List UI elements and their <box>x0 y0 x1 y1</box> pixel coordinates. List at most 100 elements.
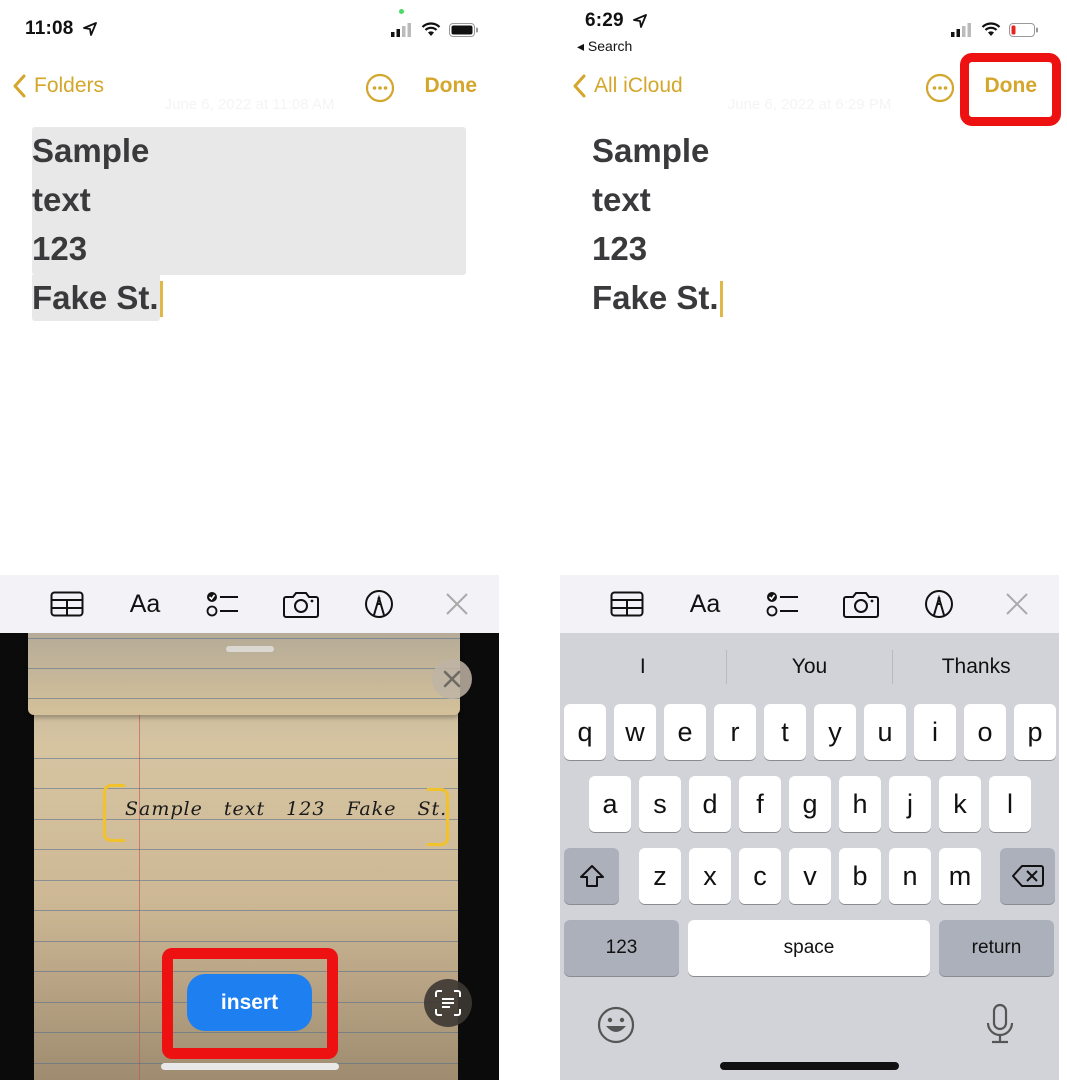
home-indicator[interactable] <box>161 1063 339 1070</box>
checklist-button[interactable] <box>204 587 242 621</box>
text-format-icon: Aa <box>689 589 721 618</box>
key-h[interactable]: h <box>839 776 881 832</box>
note-toolbar: Aa <box>0 575 499 633</box>
suggestion[interactable]: You <box>727 655 893 679</box>
note-line: 123 <box>32 230 88 267</box>
key-q[interactable]: q <box>564 704 606 760</box>
camera-in-use-indicator <box>399 9 404 14</box>
key-o[interactable]: o <box>964 704 1006 760</box>
close-camera-button[interactable] <box>432 659 472 699</box>
shift-arrow-icon <box>579 865 604 887</box>
key-m[interactable]: m <box>939 848 981 904</box>
note-line: 123 <box>592 230 648 267</box>
key-z[interactable]: z <box>639 848 681 904</box>
markup-pen-icon <box>925 590 953 618</box>
note-line: Sample <box>32 132 150 169</box>
key-x[interactable]: x <box>689 848 731 904</box>
key-y[interactable]: y <box>814 704 856 760</box>
close-icon <box>443 670 461 688</box>
chevron-left-icon <box>13 74 26 98</box>
home-indicator[interactable] <box>720 1062 899 1070</box>
scan-bracket-left <box>103 784 125 842</box>
key-r[interactable]: r <box>714 704 756 760</box>
status-bar-time: 6:29 <box>585 10 648 34</box>
key-u[interactable]: u <box>864 704 906 760</box>
numbers-key[interactable]: 123 <box>564 920 679 976</box>
location-arrow-icon <box>83 20 97 42</box>
key-a[interactable]: a <box>589 776 631 832</box>
markup-button[interactable] <box>360 587 398 621</box>
note-line: Sample <box>592 132 710 169</box>
note-line: text <box>592 181 651 218</box>
key-f[interactable]: f <box>739 776 781 832</box>
battery-low-icon <box>1009 22 1039 42</box>
sheet-grabber-handle[interactable] <box>226 646 274 652</box>
close-icon <box>446 593 468 615</box>
suggestion[interactable]: I <box>560 655 726 679</box>
left-screen: 11:08 Folders Done June 6, 2022 at 11:08… <box>0 0 499 1080</box>
table-icon <box>610 591 644 617</box>
key-g[interactable]: g <box>789 776 831 832</box>
checklist-icon <box>206 592 238 617</box>
chevron-left-icon <box>573 74 586 98</box>
table-button[interactable] <box>48 587 86 621</box>
close-toolbar-button[interactable] <box>998 587 1036 621</box>
emoji-icon <box>597 1006 635 1044</box>
table-button[interactable] <box>608 587 646 621</box>
emoji-button[interactable] <box>597 1006 635 1049</box>
dictation-button[interactable] <box>985 1003 1015 1050</box>
note-date: June 6, 2022 at 11:08 AM <box>164 96 335 113</box>
right-screen: 6:29 ◂ Search All iCloud Done June 6, 20… <box>560 0 1059 1080</box>
live-text-scan-button[interactable] <box>424 979 472 1027</box>
key-w[interactable]: w <box>614 704 656 760</box>
key-v[interactable]: v <box>789 848 831 904</box>
microphone-icon <box>986 1003 1014 1044</box>
text-format-button[interactable]: Aa <box>686 587 724 621</box>
camera-button[interactable] <box>842 587 880 621</box>
key-l[interactable]: l <box>989 776 1031 832</box>
note-toolbar: Aa <box>560 575 1059 633</box>
key-b[interactable]: b <box>839 848 881 904</box>
key-e[interactable]: e <box>664 704 706 760</box>
markup-pen-icon <box>365 590 393 618</box>
note-body[interactable]: Sample text 123 Fake St. <box>592 126 1026 322</box>
note-line: text <box>32 181 91 218</box>
key-s[interactable]: s <box>639 776 681 832</box>
predictive-text-bar: I You Thanks <box>560 633 1059 701</box>
suggestion[interactable]: Thanks <box>893 655 1059 679</box>
markup-button[interactable] <box>920 587 958 621</box>
cellular-signal-icon <box>391 22 413 42</box>
space-key[interactable]: space <box>688 920 930 976</box>
key-k[interactable]: k <box>939 776 981 832</box>
camera-button[interactable] <box>282 587 320 621</box>
text-format-icon: Aa <box>129 589 161 618</box>
key-i[interactable]: i <box>914 704 956 760</box>
key-c[interactable]: c <box>739 848 781 904</box>
return-key[interactable]: return <box>939 920 1054 976</box>
note-line-last: Fake St. <box>592 273 1026 322</box>
back-to-folders-button[interactable]: Folders <box>12 74 104 98</box>
key-p[interactable]: p <box>1014 704 1056 760</box>
shift-key[interactable] <box>564 848 619 904</box>
close-toolbar-button[interactable] <box>438 587 476 621</box>
key-t[interactable]: t <box>764 704 806 760</box>
key-j[interactable]: j <box>889 776 931 832</box>
camera-icon <box>843 592 879 618</box>
detected-handwritten-text: Sample text 123 Fake St. <box>125 798 448 820</box>
done-button[interactable]: Done <box>425 74 478 98</box>
note-body[interactable]: Sample text 123 Fake St. <box>32 126 466 322</box>
back-to-search-link[interactable]: ◂ Search <box>577 38 632 55</box>
delete-key[interactable] <box>1000 848 1055 904</box>
backspace-icon <box>1011 865 1044 887</box>
wifi-icon <box>421 22 441 42</box>
key-n[interactable]: n <box>889 848 931 904</box>
checklist-button[interactable] <box>764 587 802 621</box>
status-bar-icons <box>951 22 1039 42</box>
wifi-icon <box>981 22 1001 42</box>
back-to-all-icloud-button[interactable]: All iCloud <box>572 74 683 98</box>
text-format-button[interactable]: Aa <box>126 587 164 621</box>
key-d[interactable]: d <box>689 776 731 832</box>
table-icon <box>50 591 84 617</box>
keyboard: I You Thanks qwertyuiopasdfghjklzxcvbnm … <box>560 633 1059 1080</box>
status-bar-icons <box>391 22 479 42</box>
